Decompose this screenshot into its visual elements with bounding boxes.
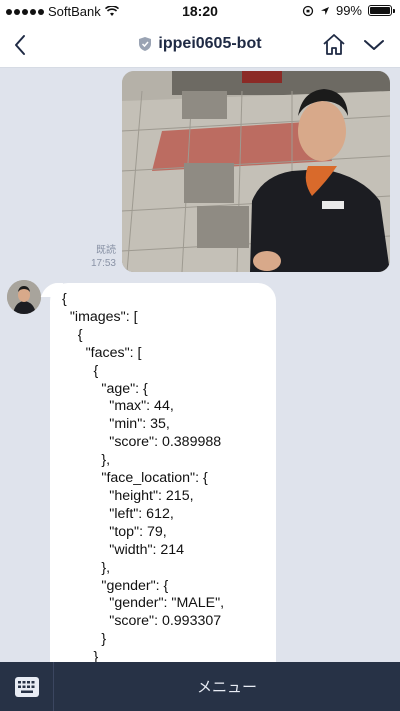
json-line: "min": 35, [62,416,170,433]
photo-image [122,71,390,272]
json-line: "width": 214 [62,541,185,558]
bot-avatar[interactable] [7,280,41,314]
read-receipt: 既読 [96,245,116,256]
json-line: "face_location": { [62,470,208,487]
chat-name: ippei0605-bot [158,35,262,52]
orientation-lock-icon [302,5,314,16]
sent-photo-message[interactable] [122,71,390,272]
home-button[interactable] [320,31,348,59]
json-line: "left": 612, [62,505,174,522]
battery-icon [368,5,395,16]
keyboard-icon [14,676,39,697]
home-icon [323,34,345,55]
header-dropdown-button[interactable] [360,32,388,58]
json-response-text: { "images": [ { "faces": [ { "age": { "m… [62,291,272,662]
shield-icon [139,37,152,51]
json-line: "gender": "MALE", [62,595,225,612]
bottom-bar: メニュー [0,662,400,711]
json-line: "faces": [ [62,344,142,361]
json-line: }, [62,559,111,576]
json-line: { [62,326,83,343]
keyboard-toggle-button[interactable] [0,662,54,711]
json-line: "gender": { [62,577,169,594]
json-line: "score": 0.389988 [62,434,222,451]
json-line: "top": 79, [62,523,167,540]
json-line: "images": [ [62,308,138,325]
json-line: "height": 215, [62,487,194,504]
message-timestamp: 17:53 [90,258,116,269]
battery-percent: 99% [335,3,362,18]
chevron-down-icon [364,40,384,50]
json-line: { [62,291,67,307]
json-line: } [62,649,99,662]
json-line: "age": { [62,380,148,397]
json-line: { [62,362,99,379]
status-bar: SoftBank 18:20 99% [0,0,400,22]
json-line: "score": 0.993307 [62,613,222,630]
message-list[interactable]: 既読 17:53 { "images": [ { "faces": [ { "a… [0,68,400,662]
rich-menu-button[interactable]: メニュー [54,662,400,711]
chat-header: ippei0605-bot [0,22,400,68]
location-arrow-icon [320,6,329,15]
avatar-image [7,280,41,314]
menu-label: メニュー [196,679,257,696]
bot-reply-message[interactable]: { "images": [ { "faces": [ { "age": { "m… [50,283,276,662]
json-line: } [62,631,107,648]
json-line: }, [62,452,111,469]
json-line: "max": 44, [62,398,174,415]
message-meta: 既読 17:53 [80,244,116,270]
